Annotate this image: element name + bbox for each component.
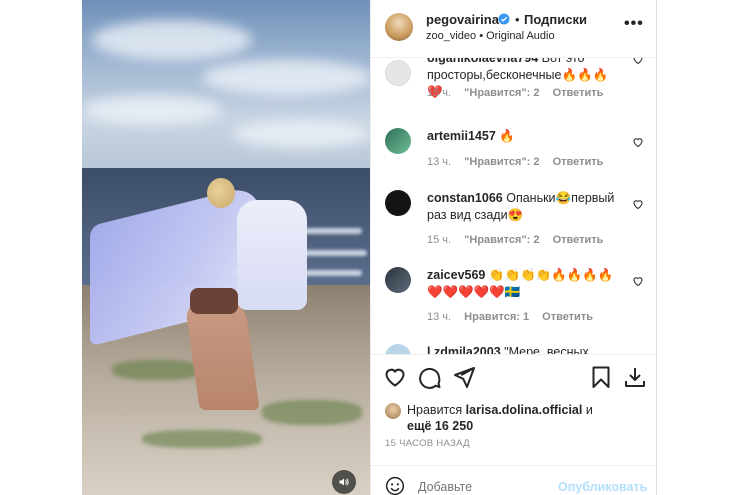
comment-body: artemii1457 🔥 [427,128,622,145]
likes-text: Нравится larisa.dolina.official и ещё 16… [407,402,645,434]
comments-list: olganikolaevna794 Вот это просторы,беско… [371,58,656,354]
commenter-avatar[interactable] [385,344,411,354]
video-cloud [232,120,370,148]
likes-count[interactable]: ещё 16 250 [407,419,473,433]
post-actions-bar [371,354,656,398]
comment-meta: 13 ч. "Нравится": 2 Ответить [427,156,613,168]
reply-button[interactable]: Ответить [542,311,593,323]
comment-time: 13 ч. [427,311,452,323]
comment-body: zaicev569 👏👏👏👏🔥🔥🔥🔥❤️❤️❤️❤️❤️🇸🇪 [427,267,622,301]
comment-likes[interactable]: "Нравится": 2 [464,156,539,168]
comment-username[interactable]: l.zdmila2003 [427,345,501,354]
like-comment-heart-icon[interactable] [632,275,644,287]
like-comment-heart-icon[interactable] [632,198,644,210]
comment-likes[interactable]: "Нравится": 2 [464,87,539,99]
comment-text: 🔥 [499,129,515,143]
audio-subline[interactable]: zoo_video • Original Audio [426,30,555,42]
reply-button[interactable]: Ответить [553,87,604,99]
right-background [657,0,730,495]
comment-body: l.zdmila2003 "Мере, весных [427,344,622,354]
emoji-icon[interactable] [385,476,405,495]
post-side-panel: pegovairina • Подписки zoo_video • Origi… [370,0,657,495]
left-background [0,0,82,495]
reply-button[interactable]: Ответить [553,156,604,168]
following-button[interactable]: Подписки [524,12,587,27]
reply-button[interactable]: Ответить [553,234,604,246]
comment-bubble-icon[interactable] [418,365,442,389]
post-header: pegovairina • Подписки zoo_video • Origi… [371,0,656,58]
video-figure-shirt [237,200,307,310]
comment-text: "Мере, весных [504,345,589,354]
commenter-avatar[interactable] [385,128,411,154]
comment-time: 15 ч. [427,87,452,99]
commenter-avatar[interactable] [385,190,411,216]
more-options-icon[interactable]: ••• [624,15,644,33]
verified-badge-icon [498,13,510,25]
video-cloud [202,60,370,95]
save-bookmark-icon[interactable] [589,365,613,389]
like-comment-heart-icon[interactable] [632,58,644,65]
comment-body: constan1066 Опаньки😂первый раз вид сзади… [427,190,622,224]
video-grass [262,400,362,425]
add-comment-bar: Опубликовать [371,465,656,495]
liker-username[interactable]: larisa.dolina.official [466,403,583,417]
comment-username[interactable]: constan1066 [427,191,503,205]
comment-username[interactable]: olganikolaevna794 [427,58,538,65]
video-cloud [92,20,252,60]
commenter-avatar[interactable] [385,267,411,293]
video-grass [112,360,202,380]
comment-likes[interactable]: Нравится: 1 [464,311,529,323]
author-avatar[interactable] [385,13,413,41]
video-figure-shorts [190,288,238,314]
author-username[interactable]: pegovairina [426,12,499,27]
liker-avatar[interactable] [385,403,401,419]
download-icon[interactable] [623,365,647,389]
commenter-avatar[interactable] [385,60,411,86]
likes-prefix: Нравится [407,403,463,417]
post-timestamp[interactable]: 15 ЧАСОВ НАЗАД [385,438,470,449]
video-figure-head [207,178,235,208]
comment-meta: 15 ч. "Нравится": 2 Ответить [427,87,613,99]
publish-button[interactable]: Опубликовать [558,480,647,494]
video-grass [142,430,262,448]
video-cloud [82,95,222,125]
comment-likes[interactable]: "Нравится": 2 [464,234,539,246]
comment-input[interactable] [418,480,558,494]
likes-conj: и [585,403,593,417]
sound-toggle-button[interactable] [332,470,356,494]
comment-meta: 13 ч. Нравится: 1 Ответить [427,311,603,323]
comment-time: 13 ч. [427,156,452,168]
like-heart-icon[interactable] [383,365,407,389]
share-paper-plane-icon[interactable] [452,365,476,389]
comment-username[interactable]: artemii1457 [427,129,496,143]
comment-meta: 15 ч. "Нравится": 2 Ответить [427,234,613,246]
comment-time: 15 ч. [427,234,452,246]
instagram-post-page: pegovairina • Подписки zoo_video • Origi… [0,0,730,495]
header-separator: • [515,12,520,27]
speaker-icon [339,478,349,486]
post-video[interactable] [82,0,370,495]
comment-username[interactable]: zaicev569 [427,268,485,282]
like-comment-heart-icon[interactable] [632,136,644,148]
